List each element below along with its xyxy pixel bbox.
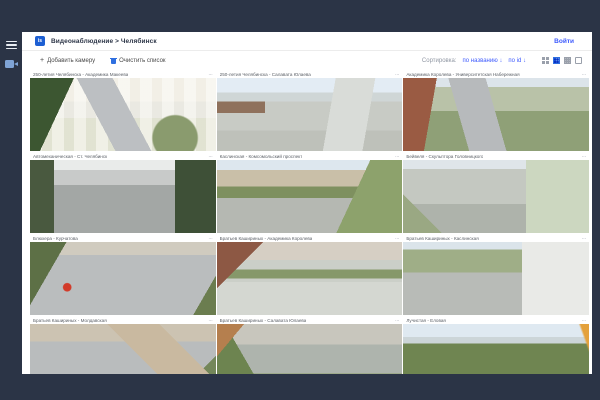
- camera-tile-header: Автомеханическая - Ст. Челябинск ...: [30, 152, 216, 160]
- camera-tile-header: Братьев Кашириных - Академика Королева .…: [217, 234, 403, 242]
- camera-tile-header: Каслинская - Комсомольский проспект ...: [217, 152, 403, 160]
- tile-menu-icon[interactable]: ...: [395, 154, 399, 158]
- tile-menu-icon[interactable]: ...: [395, 318, 399, 322]
- breadcrumb[interactable]: Видеонаблюдение > Челябинск: [51, 38, 157, 45]
- camera-tile-header: Братьев Кашириных - Салавата Юлаева ...: [217, 316, 403, 324]
- menu-icon[interactable]: [6, 41, 17, 49]
- tile-menu-icon[interactable]: ...: [395, 236, 399, 240]
- window-top-band: [0, 0, 600, 32]
- trash-icon: [111, 58, 116, 64]
- camera-icon[interactable]: [5, 59, 18, 69]
- sort-by-id-link[interactable]: по id ↓: [508, 58, 526, 64]
- camera-title: Автомеханическая - Ст. Челябинск: [33, 154, 107, 159]
- app-window: is Видеонаблюдение > Челябинск Войти + Д…: [22, 32, 592, 374]
- camera-tile: Автомеханическая - Ст. Челябинск ...: [30, 152, 216, 233]
- tile-menu-icon[interactable]: ...: [395, 72, 399, 76]
- grid-3x3-icon[interactable]: [553, 57, 560, 64]
- plus-icon: +: [40, 58, 44, 64]
- camera-title: Каслинская - Комсомольский проспект: [220, 154, 303, 159]
- tile-menu-icon[interactable]: ...: [208, 318, 212, 322]
- camera-feed[interactable]: [403, 78, 589, 151]
- app-sidebar: [0, 32, 22, 374]
- fullscreen-icon[interactable]: [575, 57, 582, 64]
- camera-feed[interactable]: [217, 78, 403, 151]
- camera-feed[interactable]: [30, 78, 216, 151]
- camera-tile-header: Лучистая - Еловая ...: [403, 316, 589, 324]
- camera-feed[interactable]: [403, 324, 589, 374]
- camera-title: Лучистая - Еловая: [406, 318, 446, 323]
- clear-list-label: Очистить список: [119, 58, 165, 64]
- camera-tile-header: Бейвеля - Скульптора Головницкого ...: [403, 152, 589, 160]
- app-header: is Видеонаблюдение > Челябинск Войти: [22, 32, 592, 51]
- camera-tile-header: Братьев Кашириных - Каслинская ...: [403, 234, 589, 242]
- camera-feed[interactable]: [217, 242, 403, 315]
- camera-grid: 250-летия Челябинска - Академика Макеева…: [30, 70, 589, 374]
- camera-title: Братьев Кашириных - Молдавская: [33, 318, 107, 323]
- camera-title: 250-летия Челябинска - Академика Макеева: [33, 72, 128, 77]
- camera-title: Академика Королева - Университетская Наб…: [406, 72, 519, 77]
- camera-feed[interactable]: [217, 324, 403, 374]
- camera-title: Братьев Кашириных - Каслинская: [406, 236, 478, 241]
- camera-tile: Братьев Кашириных - Академика Королева .…: [217, 234, 403, 315]
- camera-tile: Бейвеля - Скульптора Головницкого ...: [403, 152, 589, 233]
- camera-tile-header: Академика Королева - Университетская Наб…: [403, 70, 589, 78]
- camera-tile: Братьев Кашириных - Молдавская ...: [30, 316, 216, 374]
- camera-tile-header: 250-летия Челябинска - Академика Макеева…: [30, 70, 216, 78]
- camera-feed[interactable]: [217, 160, 403, 233]
- camera-feed[interactable]: [30, 160, 216, 233]
- camera-tile-header: Блюхера - Курчатова ...: [30, 234, 216, 242]
- camera-title: Блюхера - Курчатова: [33, 236, 78, 241]
- camera-feed[interactable]: [403, 160, 589, 233]
- camera-tile: Братьев Кашириных - Каслинская ...: [403, 234, 589, 315]
- sort-by-name-link[interactable]: по названию ↓: [463, 58, 503, 64]
- camera-tile: Лучистая - Еловая ...: [403, 316, 589, 374]
- tile-menu-icon[interactable]: ...: [582, 318, 586, 322]
- camera-tile: Братьев Кашириных - Салавата Юлаева ...: [217, 316, 403, 374]
- grid-2x2-icon[interactable]: [542, 57, 549, 64]
- camera-feed[interactable]: [30, 242, 216, 315]
- camera-tile: Каслинская - Комсомольский проспект ...: [217, 152, 403, 233]
- camera-title: Братьев Кашириных - Салавата Юлаева: [220, 318, 307, 323]
- camera-tile: Академика Королева - Университетская Наб…: [403, 70, 589, 151]
- sort-label: Сортировка:: [422, 58, 457, 64]
- camera-tile: Блюхера - Курчатова ...: [30, 234, 216, 315]
- camera-tile-header: 250-летия Челябинска - Салавата Юлаева .…: [217, 70, 403, 78]
- clear-list-button[interactable]: Очистить список: [111, 58, 165, 64]
- camera-feed[interactable]: [403, 242, 589, 315]
- tile-menu-icon[interactable]: ...: [582, 236, 586, 240]
- view-mode-switcher: [542, 57, 582, 64]
- tile-menu-icon[interactable]: ...: [582, 72, 586, 76]
- camera-title: 250-летия Челябинска - Салавата Юлаева: [220, 72, 311, 77]
- camera-tile: 250-летия Челябинска - Салавата Юлаева .…: [217, 70, 403, 151]
- add-camera-button[interactable]: + Добавить камеру: [40, 58, 95, 64]
- camera-tile: 250-летия Челябинска - Академика Макеева…: [30, 70, 216, 151]
- camera-title: Бейвеля - Скульптора Головницкого: [406, 154, 483, 159]
- grid-4x4-icon[interactable]: [564, 57, 571, 64]
- sort-controls: Сортировка: по названию ↓ по id ↓: [422, 57, 582, 64]
- tile-menu-icon[interactable]: ...: [208, 72, 212, 76]
- login-button[interactable]: Войти: [554, 38, 574, 45]
- camera-tile-header: Братьев Кашириных - Молдавская ...: [30, 316, 216, 324]
- tile-menu-icon[interactable]: ...: [582, 154, 586, 158]
- add-camera-label: Добавить камеру: [47, 58, 95, 64]
- camera-feed[interactable]: [30, 324, 216, 374]
- toolbar: + Добавить камеру Очистить список Сортир…: [22, 51, 592, 70]
- tile-menu-icon[interactable]: ...: [208, 236, 212, 240]
- camera-title: Братьев Кашириных - Академика Королева: [220, 236, 313, 241]
- brand-logo[interactable]: is: [35, 36, 45, 46]
- tile-menu-icon[interactable]: ...: [208, 154, 212, 158]
